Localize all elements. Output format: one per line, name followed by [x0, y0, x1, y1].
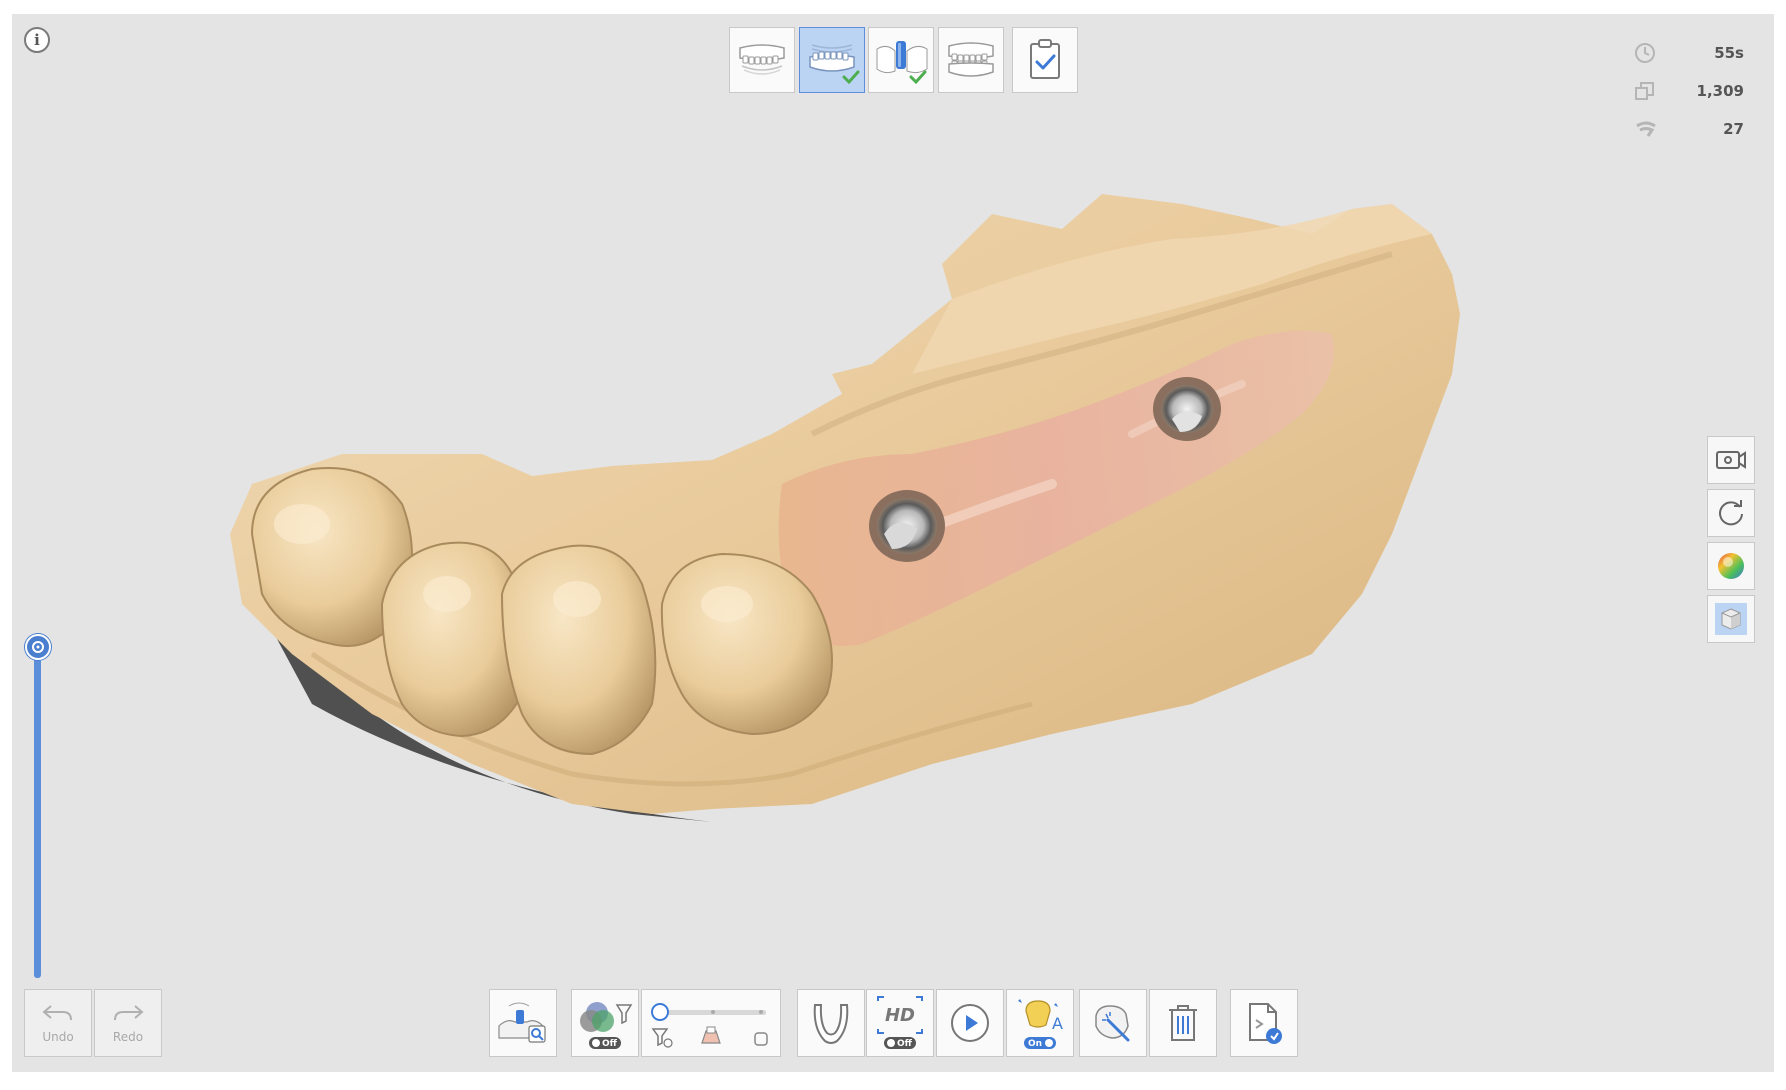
refresh-icon — [1719, 500, 1743, 526]
scan-body-library-button[interactable] — [489, 989, 557, 1057]
redo-button[interactable]: Redo — [94, 989, 162, 1057]
color-wheel-icon — [1718, 553, 1744, 579]
ai-toggle-label: On — [1028, 1039, 1042, 1049]
zoom-slider-handle[interactable] — [25, 634, 51, 660]
zoom-slider-track[interactable] — [34, 654, 41, 978]
play-scan-button[interactable] — [936, 989, 1004, 1057]
export-button[interactable] — [1230, 989, 1298, 1057]
undo-icon — [42, 1005, 72, 1021]
hd-icon: HD Off — [877, 996, 923, 1049]
cube-icon — [1715, 603, 1747, 635]
filter-level-slider[interactable] — [641, 989, 781, 1057]
export-file-icon — [1249, 1003, 1282, 1044]
undo-button[interactable]: Undo — [24, 989, 92, 1057]
scan-body-search-icon — [498, 1002, 546, 1043]
implant-site-2 — [1153, 377, 1221, 441]
trash-icon — [1169, 1005, 1197, 1041]
delete-button[interactable] — [1149, 989, 1217, 1057]
ai-scan-button[interactable]: A On — [1006, 989, 1074, 1057]
hd-label: HD — [885, 1005, 915, 1026]
filter-mode-button[interactable]: Off — [571, 989, 639, 1057]
redo-icon — [114, 1005, 144, 1021]
color-filter-icon: Off — [580, 1002, 633, 1049]
hd-toggle-label: Off — [897, 1039, 913, 1049]
undo-label: Undo — [42, 1030, 74, 1044]
svg-text:A: A — [1052, 1014, 1063, 1033]
smart-trim-button[interactable] — [1079, 989, 1147, 1057]
dental-scan-model[interactable] — [12, 14, 1774, 1072]
aperture-icon — [32, 641, 44, 653]
filter-slider-icon — [651, 1003, 768, 1048]
dental-arch-icon — [813, 1004, 849, 1044]
implant-site-1 — [869, 490, 945, 562]
play-icon — [951, 1004, 989, 1042]
ai-tooth-icon: A On — [1018, 999, 1063, 1049]
scan-viewport[interactable]: i 55s 1,309 27 Undo Redo Off HD Off A On — [12, 14, 1774, 1072]
color-display-button[interactable] — [1707, 542, 1755, 590]
solid-mode-button[interactable] — [1707, 595, 1755, 643]
video-camera-icon — [1716, 451, 1746, 469]
hd-mode-button[interactable]: HD Off — [866, 989, 934, 1057]
reset-view-button[interactable] — [1707, 489, 1755, 537]
record-video-button[interactable] — [1707, 436, 1755, 484]
magic-wand-icon — [1095, 1005, 1130, 1042]
arch-view-button[interactable] — [797, 989, 865, 1057]
redo-label: Redo — [112, 1030, 144, 1044]
filter-toggle-label: Off — [602, 1039, 618, 1049]
